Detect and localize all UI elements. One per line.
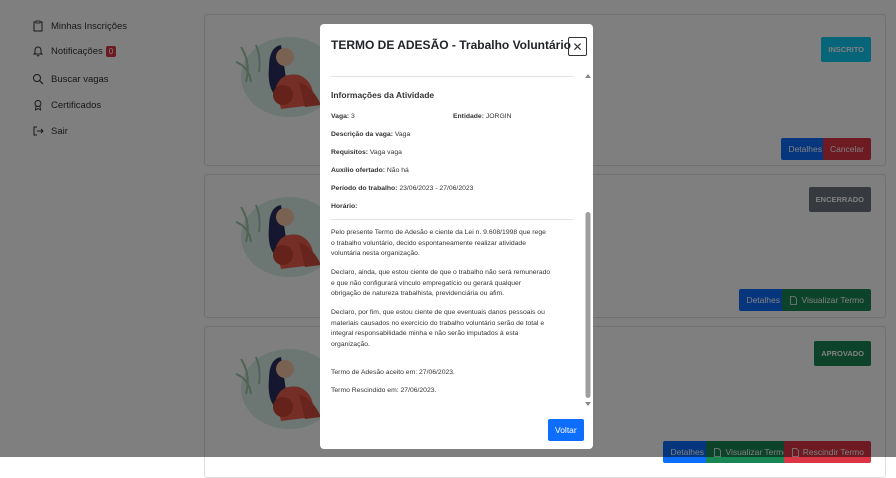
text-line: Pelo presente Termo de Adesão e ciente d… xyxy=(331,229,546,236)
divider xyxy=(331,76,573,77)
termo-paragraph-1: Pelo presente Termo de Adesão e ciente d… xyxy=(331,228,546,260)
rescindido-text: Termo Rescindido em: 27/06/2023. xyxy=(331,387,437,394)
vaga-label: Vaga: xyxy=(331,113,350,120)
text-line: Declaro, ainda, que estou ciente de que … xyxy=(331,269,551,276)
descricao-value: Vaga xyxy=(394,131,411,138)
voltar-button[interactable]: Voltar xyxy=(548,419,584,441)
periodo-value: 23/06/2023 - 27/06/2023 xyxy=(399,185,474,192)
divider xyxy=(331,219,573,220)
termo-paragraph-2: Declaro, ainda, que estou ciente de que … xyxy=(331,268,550,300)
termo-paragraph-3: Declaro, por fim, que estou ciente de qu… xyxy=(331,308,545,350)
text-line: organização. xyxy=(331,340,370,348)
auxilio-label: Auxílio ofertado: xyxy=(331,167,385,174)
text-line: o trabalho voluntário, decido espontanea… xyxy=(331,239,526,247)
termo-adesao-modal: TERMO DE ADESÃO - Trabalho Voluntário ✕ … xyxy=(320,24,593,449)
requisitos-value: Vaga vaga xyxy=(369,149,402,156)
text-line: obrigação de natureza trabalhista, previ… xyxy=(331,290,505,297)
close-icon: ✕ xyxy=(572,39,583,54)
periodo-label: Período do trabalho: xyxy=(331,185,398,192)
descricao-row: Descrição da vaga: Vaga xyxy=(331,130,410,141)
periodo-row: Período do trabalho: 23/06/2023 - 27/06/… xyxy=(331,184,473,195)
auxilio-value: Não há xyxy=(386,167,409,174)
auxilio-row: Auxílio ofertado: Não há xyxy=(331,166,409,177)
text-line: integral responsabilidade minha e não se… xyxy=(331,330,519,337)
descricao-label: Descrição da vaga: xyxy=(331,131,393,138)
text-line: e que não configurará vínculo empregatíc… xyxy=(331,279,522,287)
entidade-row: Entidade: JORGIN xyxy=(453,112,512,123)
text-line: materiais causados no exercício do traba… xyxy=(331,319,545,327)
text-line: voluntária nesta organização. xyxy=(331,250,420,257)
close-button[interactable]: ✕ xyxy=(568,37,587,56)
aceito-text: Termo de Adesão aceito em: 27/06/2023. xyxy=(331,369,455,376)
requisitos-label: Requisitos: xyxy=(331,149,369,156)
vaga-row: Vaga: 3 xyxy=(331,112,355,123)
vaga-value: 3 xyxy=(351,113,355,120)
modal-body: Informações da Atividade Vaga: 3 Entidad… xyxy=(331,76,573,406)
horario-row: Horário: xyxy=(331,202,357,213)
horario-label: Horário: xyxy=(331,203,358,210)
entidade-label: Entidade: xyxy=(453,113,484,120)
scrollbar-track xyxy=(585,74,591,406)
section-title: Informações da Atividade xyxy=(331,90,435,100)
modal-scrollbar[interactable] xyxy=(584,72,592,408)
entidade-value: JORGIN xyxy=(485,113,512,120)
modal-title: TERMO DE ADESÃO - Trabalho Voluntário xyxy=(331,38,572,52)
text-line: Declaro, por fim, que estou ciente de qu… xyxy=(331,309,545,316)
requisitos-row: Requisitos: Vaga vaga xyxy=(331,148,402,159)
